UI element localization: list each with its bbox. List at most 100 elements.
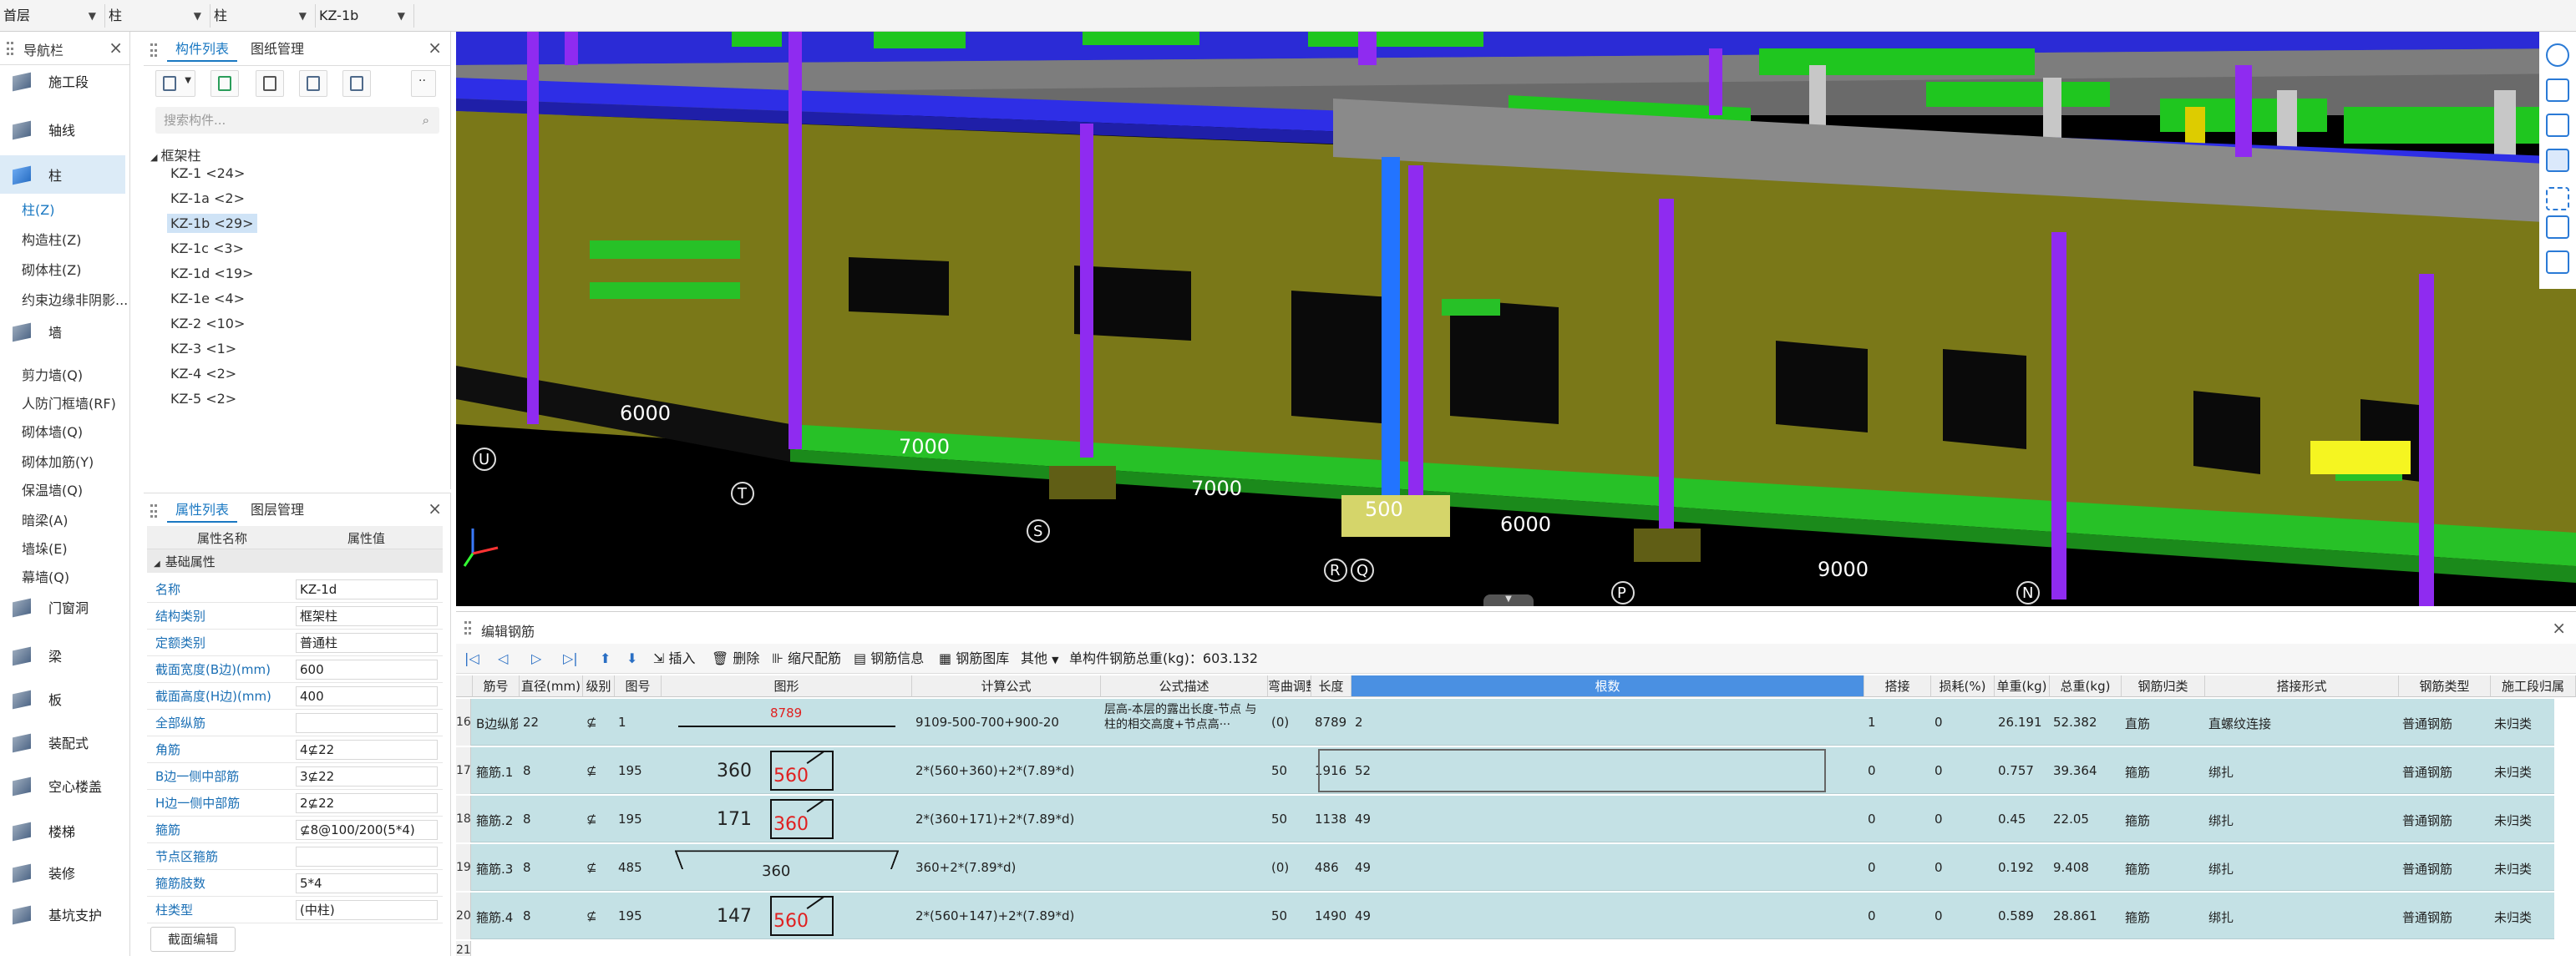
cell-count[interactable]: 49 (1355, 812, 1863, 827)
tree-item-component[interactable]: KZ-1 <24> (167, 164, 248, 183)
move-up-icon[interactable]: ⬆ (600, 649, 611, 669)
cell-fig[interactable]: 1 (618, 715, 660, 730)
property-value-field[interactable]: 600 (296, 660, 438, 680)
cell-lapform[interactable]: 直螺纹连接 (2208, 715, 2397, 732)
cell-dia[interactable]: 8 (523, 812, 581, 827)
property-value-field[interactable]: 4⊈22 (296, 740, 438, 760)
cell-loss[interactable]: 0 (1935, 860, 1993, 875)
cell-lapform[interactable]: 绑扎 (2208, 812, 2397, 829)
cube-view-icon[interactable] (2546, 149, 2569, 172)
nav-category-20[interactable]: 空心楼盖 (0, 766, 125, 805)
insert-button[interactable]: ⇲ 插入 (653, 649, 696, 669)
property-value-field[interactable]: (中柱) (296, 900, 438, 920)
cell-dia[interactable]: 8 (523, 908, 581, 923)
cell-lapform[interactable]: 绑扎 (2208, 860, 2397, 878)
fullscreen-icon[interactable] (2546, 187, 2569, 210)
cell-lap[interactable]: 1 (1868, 715, 1929, 730)
column-header[interactable]: 搭接形式 (2205, 675, 2399, 697)
nav-sub-item-3[interactable]: 柱(Z) (22, 199, 54, 219)
column-header[interactable]: 级别 (583, 675, 615, 697)
cell-name[interactable]: 箍筋.2 (476, 812, 518, 829)
cell-seg[interactable]: 未归类 (2494, 860, 2574, 878)
cell-total[interactable]: 9.408 (2053, 860, 2120, 875)
close-icon[interactable]: × (428, 498, 442, 518)
nav-category-1[interactable]: 轴线 (0, 110, 125, 149)
cell-unit[interactable]: 0.192 (1998, 860, 2048, 875)
grid-button[interactable] (342, 70, 371, 97)
move-down-icon[interactable]: ⬇ (626, 649, 637, 669)
cell-dia[interactable]: 8 (523, 763, 581, 778)
new-component-button[interactable]: ▼ (155, 70, 195, 97)
cell-grade[interactable]: ⊈ (586, 763, 613, 778)
property-value-field[interactable]: 2⊈22 (296, 793, 438, 813)
last-record-icon[interactable]: ▷| (563, 649, 578, 669)
tree-item-component[interactable]: KZ-1b <29> (167, 214, 257, 233)
cell-cls[interactable]: 箍筋 (2125, 763, 2203, 781)
row-number[interactable]: 19 (456, 844, 471, 891)
cell-formula[interactable]: 2*(560+147)+2*(7.89*d) (915, 908, 1099, 923)
cell-seg[interactable]: 未归类 (2494, 908, 2574, 926)
delete-button[interactable] (256, 70, 284, 97)
other-menu[interactable]: 其他 ▼ (1021, 649, 1059, 670)
cell-seg[interactable]: 未归类 (2494, 715, 2574, 732)
section-edit-button[interactable]: 截面编辑 (150, 927, 236, 952)
first-record-icon[interactable]: |◁ (464, 649, 479, 669)
cell-len[interactable]: 486 (1315, 860, 1350, 875)
cell-unit[interactable]: 0.589 (1998, 908, 2048, 923)
property-value-field[interactable]: 普通柱 (296, 633, 438, 653)
cell-type[interactable]: 普通钢筋 (2402, 860, 2489, 878)
scale-rebar-button[interactable]: ⊪ 缩尺配筋 (772, 649, 841, 669)
row-number[interactable]: 17 (456, 747, 471, 794)
cell-formula[interactable]: 2*(360+171)+2*(7.89*d) (915, 812, 1099, 827)
property-value-field[interactable]: 3⊈22 (296, 766, 438, 787)
cell-unit[interactable]: 0.45 (1998, 812, 2048, 827)
cell-bend[interactable]: 50 (1271, 763, 1310, 778)
property-group-basic[interactable]: ◢ 基础属性 (147, 549, 443, 573)
close-icon[interactable]: × (428, 38, 442, 58)
cell-loss[interactable]: 0 (1935, 908, 1993, 923)
copy-button[interactable] (210, 70, 239, 97)
component-select[interactable]: KZ-1b ▼ (316, 4, 414, 28)
cell-cls[interactable]: 箍筋 (2125, 860, 2203, 878)
column-header[interactable]: 单重(kg) (1995, 675, 2050, 697)
plan-view-icon[interactable] (2546, 78, 2569, 102)
column-header[interactable]: 总重(kg) (2050, 675, 2122, 697)
cell-fig[interactable]: 195 (618, 908, 660, 923)
column-header[interactable]: 筋号 (473, 675, 520, 697)
column-header[interactable]: 计算公式 (912, 675, 1101, 697)
drag-handle-icon[interactable] (150, 504, 157, 518)
column-header[interactable]: 弯曲调整 (1268, 675, 1311, 697)
cell-lap[interactable]: 0 (1868, 860, 1929, 875)
tab-component-list[interactable]: 构件列表 (167, 37, 238, 62)
cell-unit[interactable]: 26.191 (1998, 715, 2048, 730)
cell-seg[interactable]: 未归类 (2494, 812, 2574, 829)
prev-record-icon[interactable]: ◁ (498, 649, 508, 669)
cell-total[interactable]: 22.05 (2053, 812, 2120, 827)
cell-cls[interactable]: 箍筋 (2125, 812, 2203, 829)
nav-category-7[interactable]: 墙 (0, 312, 125, 351)
cell-type[interactable]: 普通钢筋 (2402, 812, 2489, 829)
nav-category-19[interactable]: 装配式 (0, 723, 125, 761)
cell-count[interactable]: 2 (1355, 715, 1863, 730)
tab-property-list[interactable]: 属性列表 (167, 498, 238, 523)
tree-item-component[interactable]: KZ-1c <3> (167, 239, 247, 258)
cell-unit[interactable]: 0.757 (1998, 763, 2048, 778)
column-header[interactable]: 施工段归属 (2491, 675, 2576, 697)
column-header[interactable]: 损耗(%) (1931, 675, 1995, 697)
row-number[interactable]: 16 (456, 699, 471, 746)
cell-bend[interactable]: 50 (1271, 812, 1310, 827)
row-number[interactable]: 20 (456, 893, 471, 939)
cell-cls[interactable]: 箍筋 (2125, 908, 2203, 926)
tab-drawing-management[interactable]: 图纸管理 (242, 37, 312, 62)
drag-handle-icon[interactable] (150, 43, 157, 57)
orbit-icon[interactable] (2546, 43, 2569, 67)
column-header[interactable]: 直径(mm) (520, 675, 583, 697)
cell-len[interactable]: 1490 (1315, 908, 1350, 923)
cell-lapform[interactable]: 绑扎 (2208, 763, 2397, 781)
cell-seg[interactable]: 未归类 (2494, 763, 2574, 781)
nav-sub-item-15[interactable]: 幕墙(Q) (22, 566, 69, 586)
cell-formula[interactable]: 360+2*(7.89*d) (915, 860, 1099, 875)
nav-category-2[interactable]: 柱 (0, 155, 125, 194)
cell-lap[interactable]: 0 (1868, 812, 1929, 827)
cell-fig[interactable]: 485 (618, 860, 660, 875)
